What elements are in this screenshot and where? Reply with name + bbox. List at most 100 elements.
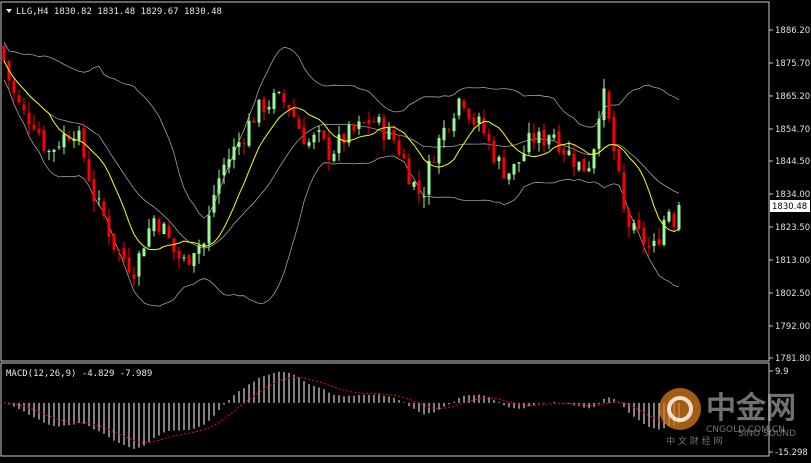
candle-body — [432, 162, 436, 164]
candle-body — [522, 154, 526, 162]
current-price-label: 1830.48 — [770, 200, 810, 212]
candle-body — [647, 245, 651, 248]
candle-body — [437, 138, 441, 164]
candle-body — [42, 130, 46, 151]
candle-body — [357, 121, 361, 130]
candle-body — [547, 135, 551, 145]
candle-body — [192, 253, 196, 267]
candle-body — [212, 194, 216, 213]
candle-body — [332, 153, 336, 161]
candle-body — [492, 140, 496, 163]
candle-body — [537, 131, 541, 143]
candle-body — [287, 105, 291, 109]
price-tick-label: 1823.50 — [775, 223, 810, 233]
candle-body — [582, 158, 586, 172]
candle-body — [657, 239, 661, 245]
price-tick-label: 1834.00 — [775, 190, 810, 200]
candle-body — [47, 151, 51, 153]
candle-body — [627, 210, 631, 228]
candle-body — [247, 120, 251, 146]
candle-body — [257, 99, 261, 123]
candle-body — [667, 211, 671, 222]
candle-body — [352, 124, 356, 131]
chart-window: 1886.20 1875.70 1865.20 1854.70 1844.50 1834.… — [0, 0, 811, 459]
candle-body — [97, 198, 101, 200]
candle-body — [57, 146, 61, 148]
candle-body — [372, 121, 376, 123]
candle-body — [472, 117, 476, 125]
candle-body — [367, 119, 371, 124]
candle-body — [222, 164, 226, 176]
candle-body — [542, 129, 546, 146]
candle-body — [127, 257, 131, 272]
candle-body — [487, 133, 491, 141]
price-tick-label: 1813.00 — [775, 256, 810, 266]
candle-body — [672, 213, 676, 227]
candle-body — [227, 159, 231, 168]
macd-title: MACD(12,26,9) -4.829 -7.989 — [6, 369, 152, 379]
candle-body — [382, 117, 386, 141]
candle-body — [597, 118, 601, 149]
candle-body — [317, 130, 321, 133]
candle-body — [117, 250, 121, 252]
candle-body — [617, 148, 621, 172]
candle-body — [417, 180, 421, 194]
candle-body — [232, 146, 236, 160]
candle-body — [572, 153, 576, 167]
candle-body — [557, 131, 561, 153]
candle-body — [102, 201, 106, 217]
price-tick-label: 1875.70 — [775, 59, 810, 69]
candle-body — [107, 216, 111, 237]
candle-body — [52, 149, 56, 152]
candle-body — [237, 142, 241, 148]
price-tick-label: 1854.70 — [775, 125, 810, 135]
watermark-slogan: 中 文 财 经 网 — [666, 435, 722, 447]
candle-body — [447, 129, 451, 131]
candle-body — [182, 257, 186, 259]
candle-body — [167, 226, 171, 238]
price-tick-label: 1865.20 — [775, 92, 810, 102]
price-tick-label: 1792.00 — [775, 322, 810, 332]
price-tick-label: 1844.50 — [775, 157, 810, 167]
price-tick-label: 1781.80 — [775, 354, 810, 364]
price-tick-label: 1802.50 — [775, 289, 810, 299]
candle-body — [312, 134, 316, 143]
candle-body — [567, 150, 571, 156]
candle-body — [477, 116, 481, 124]
candle-body — [277, 92, 281, 94]
symbol-title: LLG,H4 1830.82 1831.48 1829.67 1830.48 — [16, 7, 222, 17]
candle-body — [197, 245, 201, 254]
candle-body — [187, 255, 191, 265]
candle-body — [362, 122, 366, 124]
candle-body — [207, 215, 211, 244]
candle-body — [92, 179, 96, 202]
price-title: LLG,H4 1830.82 1831.48 1829.67 1830.48 — [6, 7, 222, 17]
candle-body — [112, 233, 116, 250]
candle-body — [177, 250, 181, 259]
candle-body — [12, 80, 16, 93]
candle-body — [427, 160, 431, 195]
candle-body — [482, 118, 486, 134]
candle-body — [147, 228, 151, 247]
candle-body — [132, 274, 136, 279]
candle-body — [497, 157, 501, 162]
candle-body — [602, 88, 606, 121]
candle-body — [337, 134, 341, 154]
candle-body — [532, 133, 536, 143]
candle-body — [587, 168, 591, 172]
candle-body — [267, 106, 271, 110]
candle-body — [62, 133, 66, 148]
trading-chart: 1886.20 1875.70 1865.20 1854.70 1844.50 1834.… — [0, 0, 811, 459]
candle-body — [592, 149, 596, 169]
cngold-logo-icon — [659, 388, 701, 430]
candle-body — [37, 129, 41, 134]
candle-body — [377, 116, 381, 123]
candle-body — [242, 142, 246, 144]
candle-body — [297, 118, 301, 129]
candle-body — [642, 227, 646, 245]
candle-body — [402, 154, 406, 159]
candle-body — [137, 253, 141, 277]
candle-body — [412, 181, 416, 187]
candle-body — [87, 159, 91, 181]
candle-body — [517, 162, 521, 164]
